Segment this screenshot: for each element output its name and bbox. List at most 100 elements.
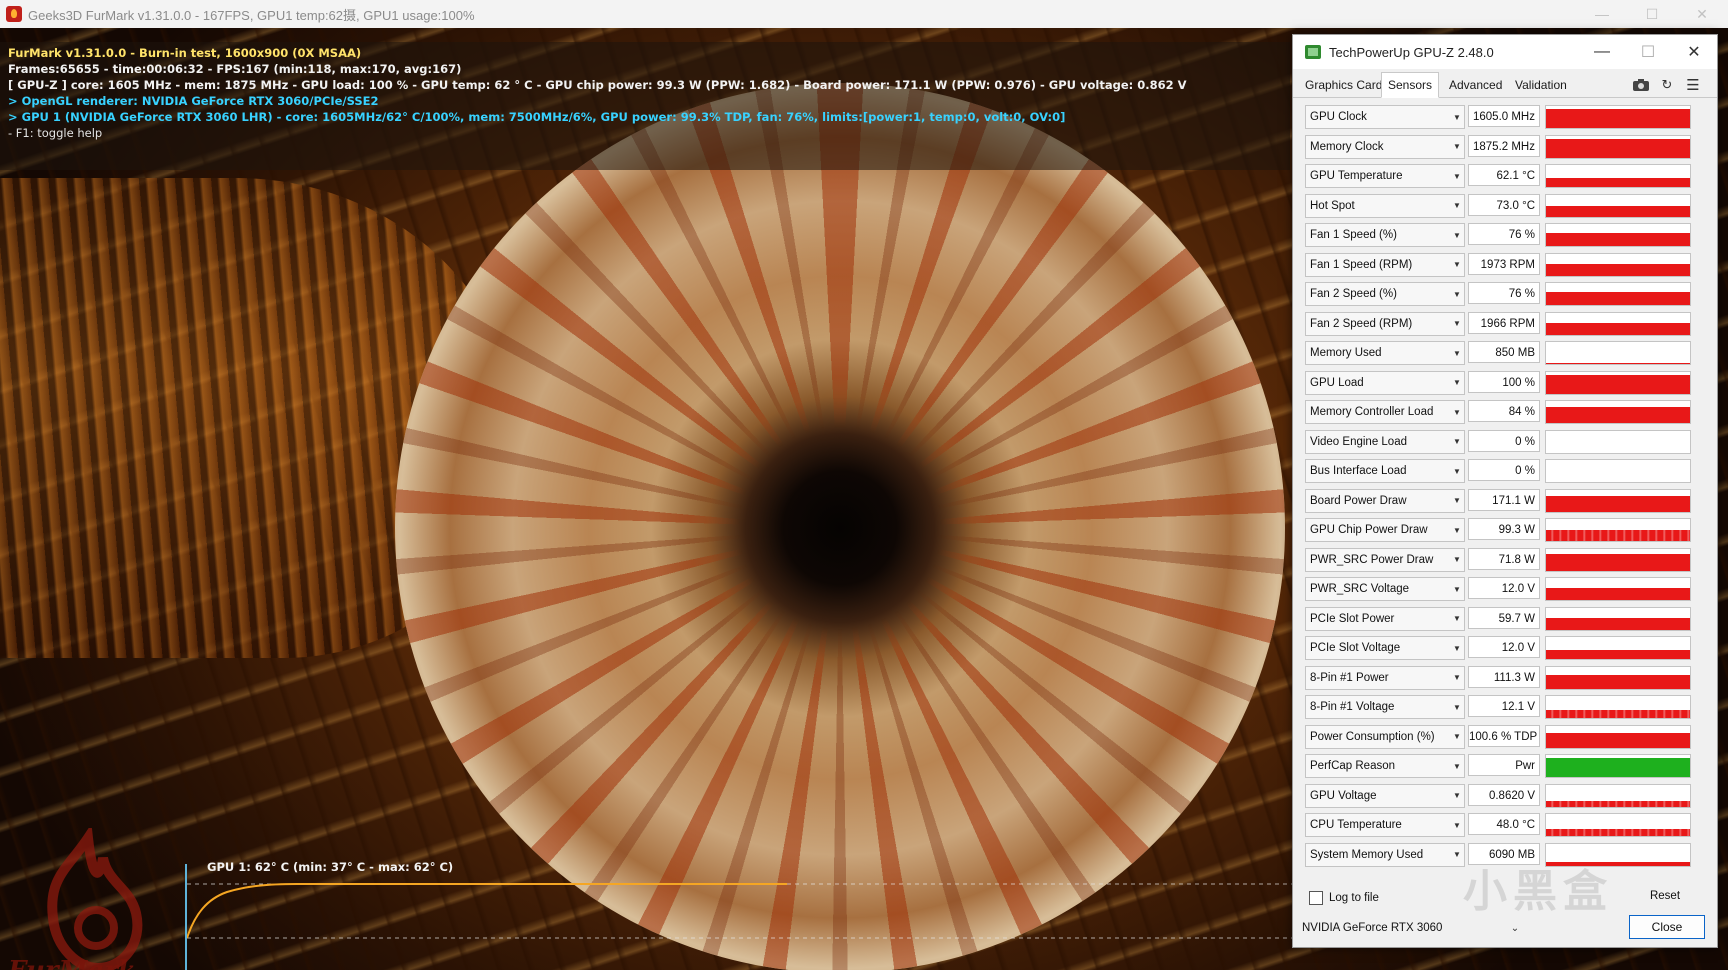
sensor-name-dropdown[interactable]: Memory Used ▼: [1305, 341, 1465, 365]
sensor-name-label: System Memory Used: [1310, 848, 1424, 861]
sensor-name-dropdown[interactable]: Fan 2 Speed (%) ▼: [1305, 282, 1465, 306]
sensor-name-dropdown[interactable]: GPU Voltage ▼: [1305, 783, 1465, 808]
gpu-temp-graph: GPU 1: 62° C (min: 37° C - max: 62° C): [185, 860, 1292, 970]
dropdown-arrow-icon: ▼: [1453, 260, 1461, 269]
sensor-name-label: Hot Spot: [1310, 199, 1355, 212]
gpu-temp-graph-plot: [187, 883, 1292, 939]
sensor-name-label: Power Consumption (%): [1310, 730, 1435, 743]
sensor-name-dropdown[interactable]: PWR_SRC Power Draw ▼: [1305, 547, 1465, 572]
sensor-graph-fill: [1546, 495, 1690, 512]
sensor-value: 1605.0 MHz: [1468, 105, 1540, 127]
furmark-fur-donut: [395, 83, 1285, 970]
log-to-file-label: Log to file: [1329, 892, 1379, 904]
sensor-row-memory-used: Memory Used ▼ 850 MB: [1305, 341, 1709, 365]
sensor-name-dropdown[interactable]: System Memory Used ▼: [1305, 842, 1465, 867]
sensor-name-dropdown[interactable]: Video Engine Load ▼: [1305, 429, 1465, 454]
dropdown-arrow-icon: ▼: [1453, 643, 1461, 653]
sensor-row-cpu-temperature: CPU Temperature ▼ 48.0 °C: [1305, 813, 1709, 837]
maximize-icon[interactable]: ☐: [1630, 0, 1674, 28]
sensor-name-dropdown[interactable]: Bus Interface Load ▼: [1305, 459, 1465, 483]
gpuz-window: TechPowerUp GPU-Z 2.48.0 — ☐ ✕ Graphics …: [1292, 34, 1718, 948]
sensor-name-dropdown[interactable]: Power Consumption (%) ▼: [1305, 724, 1465, 749]
sensor-row-fan-1-speed-rpm: Fan 1 Speed (RPM) ▼ 1973 RPM: [1305, 252, 1709, 277]
sensor-value: 71.8 W: [1468, 547, 1540, 570]
sensor-name-dropdown[interactable]: PCIe Slot Voltage ▼: [1305, 636, 1465, 660]
dropdown-arrow-icon: ▼: [1453, 555, 1461, 564]
sensor-name-dropdown[interactable]: GPU Chip Power Draw ▼: [1305, 518, 1465, 542]
dropdown-arrow-icon: ▼: [1453, 761, 1461, 771]
sensor-graph: [1545, 488, 1691, 513]
sensor-row-pcie-slot-power: PCIe Slot Power ▼ 59.7 W: [1305, 606, 1709, 631]
sensor-name-label: Fan 2 Speed (RPM): [1310, 317, 1413, 330]
sensor-graph: [1545, 341, 1691, 365]
sensor-name-dropdown[interactable]: Fan 2 Speed (RPM) ▼: [1305, 311, 1465, 336]
close-icon[interactable]: ✕: [1680, 0, 1724, 28]
sensor-name-dropdown[interactable]: Fan 1 Speed (RPM) ▼: [1305, 252, 1465, 277]
close-button[interactable]: Close: [1629, 915, 1705, 939]
sensor-name-dropdown[interactable]: Fan 1 Speed (%) ▼: [1305, 223, 1465, 247]
sensor-row-perfcap-reason: PerfCap Reason ▼ Pwr: [1305, 754, 1709, 778]
sensor-graph-fill: [1546, 205, 1690, 217]
sensor-name-label: Fan 2 Speed (%): [1310, 288, 1397, 300]
gpuz-minimize-icon[interactable]: —: [1579, 35, 1625, 69]
sensor-name-dropdown[interactable]: PCIe Slot Power ▼: [1305, 606, 1465, 631]
sensor-row-fan-2-speed: Fan 2 Speed (%) ▼ 76 %: [1305, 282, 1709, 306]
sensor-name-dropdown[interactable]: Memory Controller Load ▼: [1305, 400, 1465, 424]
sensor-value: 76 %: [1468, 223, 1540, 245]
gpu-card-select[interactable]: NVIDIA GeForce RTX 3060 ⌄: [1297, 917, 1525, 939]
sensor-name-dropdown[interactable]: Memory Clock ▼: [1305, 134, 1465, 159]
sensor-row-power-consumption: Power Consumption (%) ▼ 100.6 % TDP: [1305, 724, 1709, 749]
sensor-name-label: Memory Controller Load: [1310, 406, 1434, 418]
sensor-name-dropdown[interactable]: Hot Spot ▼: [1305, 193, 1465, 218]
tab-graphics-card[interactable]: Graphics Card: [1299, 75, 1388, 95]
gpuz-app-icon: [1305, 45, 1321, 59]
gpuz-window-title: TechPowerUp GPU-Z 2.48.0: [1329, 44, 1494, 60]
log-to-file-option[interactable]: Log to file: [1309, 891, 1379, 905]
dropdown-arrow-icon: ▼: [1453, 673, 1461, 682]
dropdown-arrow-icon: ▼: [1453, 614, 1461, 623]
furmark-flame-logo: [47, 828, 143, 970]
dropdown-arrow-icon: ▼: [1453, 319, 1461, 328]
gpuz-titlebar: TechPowerUp GPU-Z 2.48.0 — ☐ ✕: [1293, 35, 1717, 69]
gpuz-maximize-icon[interactable]: ☐: [1625, 35, 1671, 69]
sensor-name-label: PWR_SRC Voltage: [1310, 583, 1410, 595]
gpuz-tab-bar: Graphics Card Sensors Advanced Validatio…: [1293, 72, 1717, 98]
log-to-file-checkbox[interactable]: [1309, 891, 1323, 905]
sensor-row-board-power-draw: Board Power Draw ▼ 171.1 W: [1305, 488, 1709, 513]
sensor-row-hot-spot: Hot Spot ▼ 73.0 °C: [1305, 193, 1709, 218]
sensor-name-dropdown[interactable]: CPU Temperature ▼: [1305, 813, 1465, 837]
reset-button[interactable]: Reset: [1635, 885, 1695, 907]
gpuz-close-icon[interactable]: ✕: [1671, 35, 1717, 69]
sensor-graph: [1545, 695, 1691, 719]
sensor-graph: [1545, 577, 1691, 601]
sensor-graph-fill: [1546, 322, 1690, 335]
sensor-name-dropdown[interactable]: Board Power Draw ▼: [1305, 488, 1465, 513]
sensor-value: 171.1 W: [1468, 488, 1540, 511]
sensor-name-label: GPU Temperature: [1310, 170, 1403, 182]
sensor-name-label: GPU Clock: [1310, 111, 1367, 123]
minimize-icon[interactable]: —: [1580, 0, 1624, 28]
tab-sensors[interactable]: Sensors: [1381, 72, 1440, 98]
sensor-value: 62.1 °C: [1468, 164, 1540, 186]
sensor-name-dropdown[interactable]: PerfCap Reason ▼: [1305, 754, 1465, 778]
tab-advanced[interactable]: Advanced: [1443, 75, 1508, 95]
sensor-name-dropdown[interactable]: 8-Pin #1 Power ▼: [1305, 665, 1465, 690]
sensor-name-dropdown[interactable]: GPU Clock ▼: [1305, 105, 1465, 129]
sensor-name-dropdown[interactable]: GPU Load ▼: [1305, 370, 1465, 395]
sensor-name-label: Memory Used: [1310, 347, 1382, 359]
sensor-name-dropdown[interactable]: PWR_SRC Voltage ▼: [1305, 577, 1465, 601]
sensor-value: 48.0 °C: [1468, 813, 1540, 835]
camera-icon[interactable]: [1631, 75, 1651, 95]
tab-validation[interactable]: Validation: [1509, 75, 1573, 95]
sensor-name-dropdown[interactable]: 8-Pin #1 Voltage ▼: [1305, 695, 1465, 719]
dropdown-arrow-icon: ▼: [1453, 525, 1461, 535]
sensor-name-dropdown[interactable]: GPU Temperature ▼: [1305, 164, 1465, 188]
osd-frames-line: Frames:65655 - time:00:06:32 - FPS:167 (…: [8, 62, 462, 76]
sensor-graph-fill: [1546, 617, 1690, 630]
refresh-icon[interactable]: ↻: [1657, 75, 1677, 95]
sensor-name-label: PerfCap Reason: [1310, 760, 1396, 772]
sensor-graph: [1545, 400, 1691, 424]
menu-icon[interactable]: ☰: [1683, 75, 1703, 95]
sensor-graph-fill: [1546, 292, 1690, 305]
sensor-value: 73.0 °C: [1468, 193, 1540, 216]
